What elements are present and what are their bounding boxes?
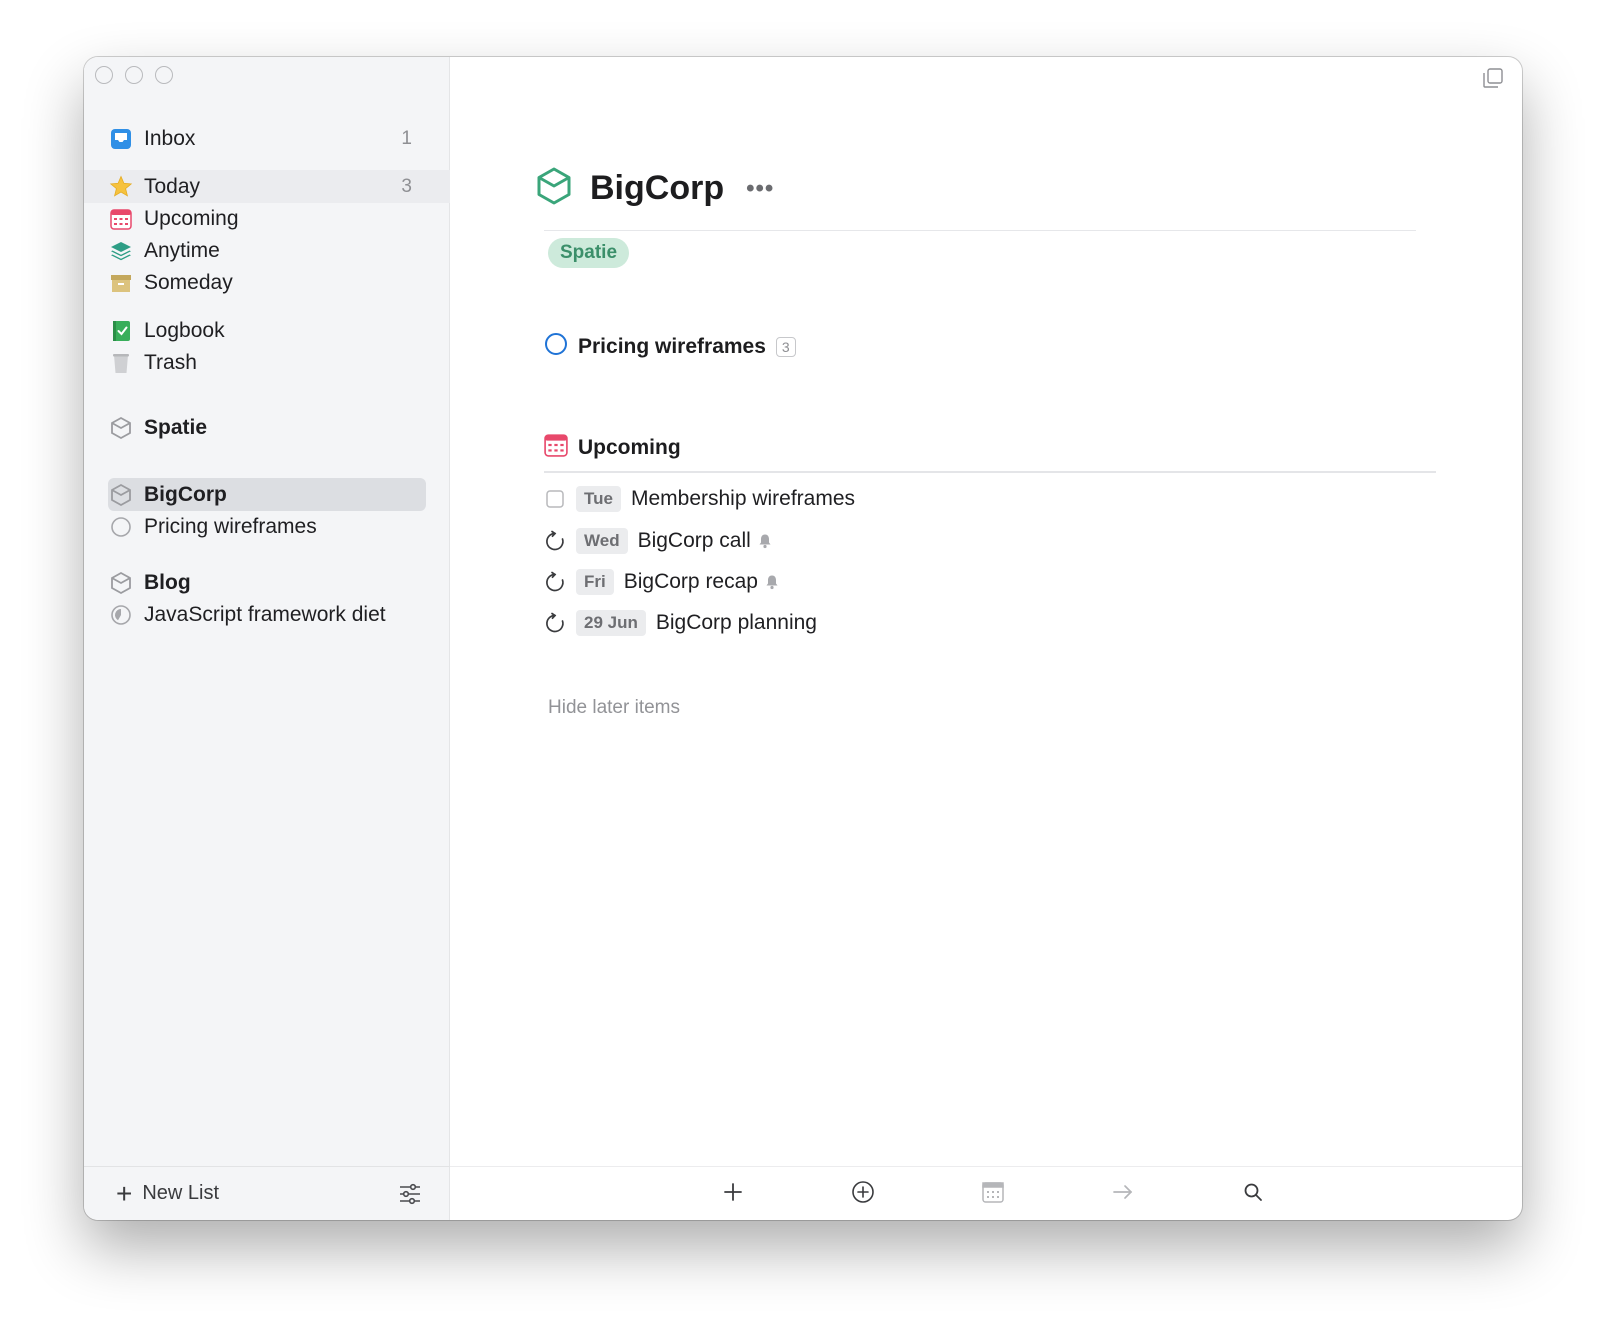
new-list-label: New List bbox=[142, 1182, 220, 1204]
trash-icon bbox=[108, 350, 134, 376]
zoom-window-button[interactable] bbox=[155, 66, 173, 84]
task-row[interactable]: 29 Jun BigCorp planning bbox=[544, 607, 817, 639]
bottom-toolbar bbox=[450, 1166, 1522, 1220]
task-title: BigCorp call bbox=[637, 529, 751, 552]
sidebar-item-someday[interactable]: Someday bbox=[108, 266, 426, 299]
date-badge: Fri bbox=[576, 569, 614, 595]
logbook-icon bbox=[108, 318, 134, 344]
cube-icon bbox=[108, 482, 134, 508]
new-list-button[interactable]: + New List bbox=[116, 1177, 220, 1209]
calendar-icon bbox=[981, 1180, 1005, 1209]
main-content: BigCorp ••• Spatie Pricing wireframes 3 … bbox=[450, 57, 1522, 1220]
duplicate-window-icon[interactable] bbox=[1482, 67, 1504, 94]
plus-icon bbox=[722, 1181, 744, 1208]
cube-icon bbox=[108, 415, 134, 441]
task-row[interactable]: Tue Membership wireframes bbox=[544, 483, 855, 515]
plus-icon: + bbox=[116, 1177, 133, 1209]
project-label: Pricing wireframes bbox=[578, 334, 766, 358]
area-tag[interactable]: Spatie bbox=[548, 238, 630, 268]
page-title: BigCorp bbox=[590, 169, 725, 207]
sidebar-item-label: Anytime bbox=[144, 238, 220, 262]
inbox-icon bbox=[108, 126, 134, 152]
calendar-icon bbox=[544, 433, 568, 462]
checkbox[interactable] bbox=[544, 488, 566, 510]
sidebar-project-pricing-wireframes[interactable]: Pricing wireframes bbox=[108, 510, 426, 543]
search-icon bbox=[1242, 1181, 1264, 1208]
task-title: BigCorp planning bbox=[655, 611, 817, 634]
project-count-badge: 3 bbox=[775, 336, 796, 357]
repeat-icon[interactable] bbox=[544, 571, 566, 593]
sidebar-project-javascript-framework-diet[interactable]: JavaScript framework diet bbox=[108, 598, 426, 631]
search-button[interactable] bbox=[1238, 1179, 1268, 1209]
sidebar-item-label: Spatie bbox=[144, 415, 208, 439]
repeat-icon[interactable] bbox=[544, 530, 566, 552]
calendar-icon bbox=[108, 206, 134, 232]
layers-icon bbox=[108, 238, 134, 264]
app-window: Inbox 1 Today 3 Upcoming Anytime Someday… bbox=[84, 57, 1522, 1220]
date-badge: Tue bbox=[576, 486, 621, 512]
circle-icon bbox=[108, 514, 134, 540]
more-options-button[interactable]: ••• bbox=[746, 175, 774, 203]
sidebar-item-label: Inbox bbox=[144, 126, 196, 150]
sidebar-footer: + New List bbox=[84, 1166, 450, 1220]
sidebar-item-label: Logbook bbox=[144, 318, 225, 342]
progress-pie-icon bbox=[108, 602, 134, 628]
new-todo-button[interactable] bbox=[718, 1179, 748, 1209]
close-window-button[interactable] bbox=[95, 66, 113, 84]
sidebar-area-blog[interactable]: Blog bbox=[108, 566, 426, 599]
task-title: Membership wireframes bbox=[630, 487, 856, 510]
project-header: BigCorp ••• bbox=[536, 167, 774, 210]
today-count: 3 bbox=[401, 175, 412, 197]
move-button[interactable] bbox=[1108, 1179, 1138, 1209]
sidebar-area-spatie[interactable]: Spatie bbox=[108, 411, 426, 444]
hide-later-items-button[interactable]: Hide later items bbox=[548, 697, 680, 719]
sidebar-item-inbox[interactable]: Inbox 1 bbox=[108, 122, 426, 155]
sidebar-item-label: Trash bbox=[144, 350, 197, 374]
sidebar: Inbox 1 Today 3 Upcoming Anytime Someday… bbox=[84, 57, 450, 1220]
sliders-icon[interactable] bbox=[398, 1182, 422, 1206]
sidebar-item-label: BigCorp bbox=[144, 482, 227, 506]
sidebar-item-label: Upcoming bbox=[144, 206, 239, 230]
project-circle-icon bbox=[544, 332, 568, 361]
new-heading-button[interactable] bbox=[848, 1179, 878, 1209]
project-item[interactable]: Pricing wireframes 3 bbox=[544, 332, 796, 361]
when-button[interactable] bbox=[978, 1179, 1008, 1209]
plus-circle-icon bbox=[851, 1180, 875, 1209]
cube-icon bbox=[108, 570, 134, 596]
sidebar-item-anytime[interactable]: Anytime bbox=[108, 234, 426, 267]
repeat-icon[interactable] bbox=[544, 612, 566, 634]
date-badge: Wed bbox=[576, 528, 628, 554]
header-divider bbox=[544, 230, 1416, 231]
inbox-count: 1 bbox=[401, 127, 412, 149]
sidebar-item-label: Someday bbox=[144, 270, 233, 294]
sidebar-item-logbook[interactable]: Logbook bbox=[108, 314, 426, 347]
box-icon bbox=[108, 270, 134, 296]
section-divider bbox=[544, 471, 1436, 473]
task-title: BigCorp recap bbox=[623, 570, 758, 593]
sidebar-item-upcoming[interactable]: Upcoming bbox=[108, 202, 426, 235]
sidebar-item-today[interactable]: Today 3 bbox=[108, 170, 426, 203]
task-row[interactable]: Fri BigCorp recap bbox=[544, 566, 780, 598]
sidebar-item-trash[interactable]: Trash bbox=[108, 346, 426, 379]
task-row[interactable]: Wed BigCorp call bbox=[544, 525, 773, 557]
cube-icon bbox=[536, 167, 572, 210]
bell-icon bbox=[757, 533, 773, 549]
arrow-right-icon bbox=[1111, 1180, 1135, 1209]
sidebar-item-label: Today bbox=[144, 174, 201, 198]
sidebar-area-bigcorp[interactable]: BigCorp bbox=[108, 478, 426, 511]
minimize-window-button[interactable] bbox=[125, 66, 143, 84]
sidebar-item-label: JavaScript framework diet bbox=[144, 602, 386, 626]
section-heading: Upcoming bbox=[544, 433, 681, 462]
date-badge: 29 Jun bbox=[576, 610, 646, 636]
section-label: Upcoming bbox=[578, 435, 681, 459]
sidebar-item-label: Pricing wireframes bbox=[144, 514, 317, 538]
bell-icon bbox=[764, 574, 780, 590]
window-controls bbox=[95, 66, 173, 84]
sidebar-item-label: Blog bbox=[144, 570, 191, 594]
star-icon bbox=[108, 174, 134, 200]
